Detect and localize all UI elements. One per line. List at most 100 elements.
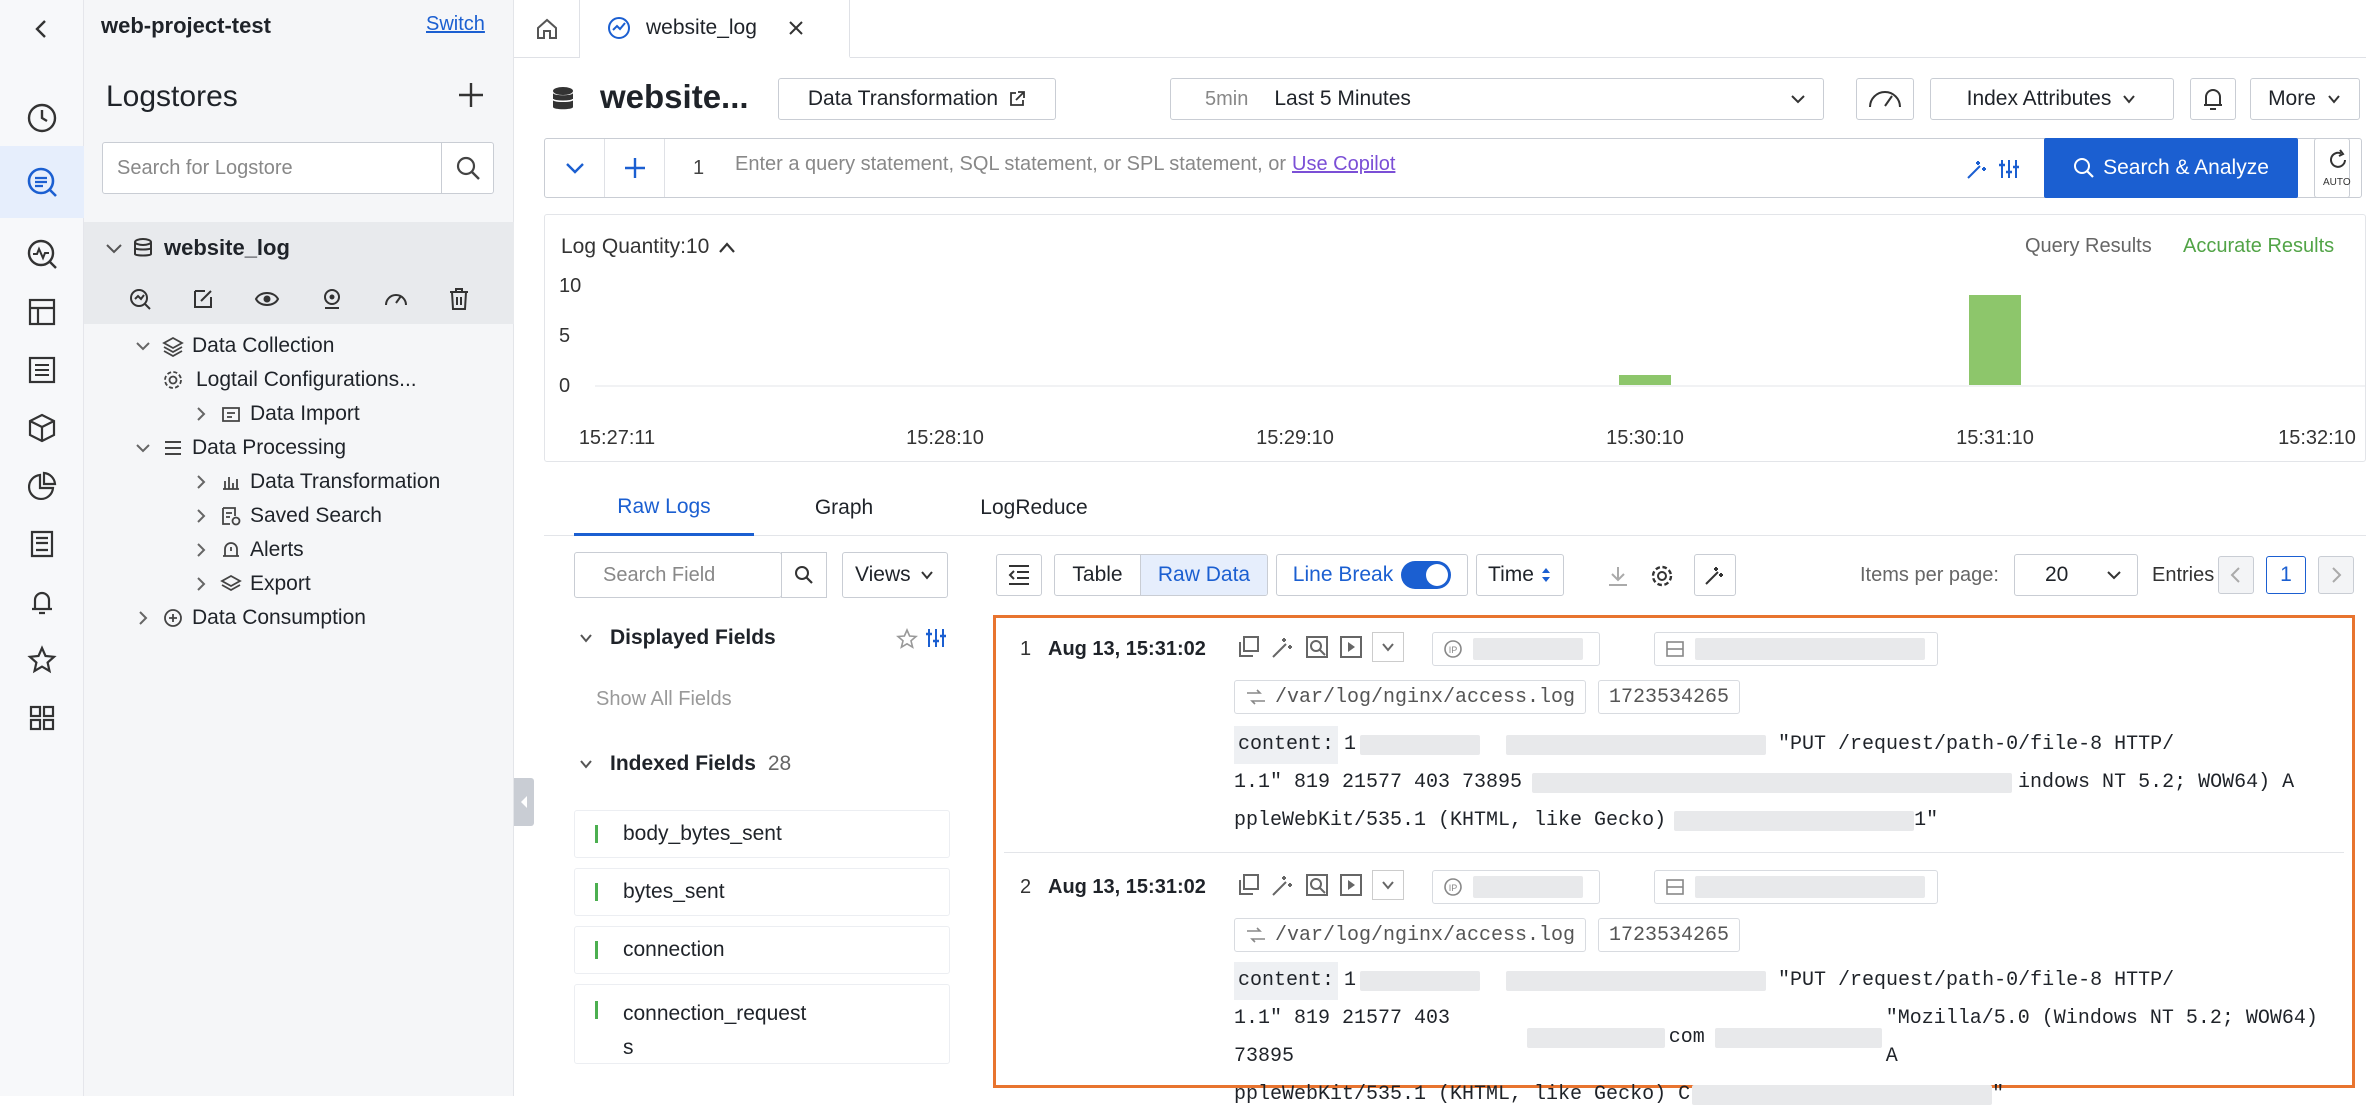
tab-logreduce[interactable]: LogReduce: [934, 480, 1134, 536]
search-button[interactable]: [441, 143, 493, 193]
page-number-button[interactable]: 1: [2266, 556, 2306, 594]
source-tag[interactable]: /var/log/nginx/access.log: [1234, 918, 1587, 952]
context-search-icon[interactable]: [1304, 872, 1330, 898]
hostname-tag[interactable]: [1654, 632, 1938, 666]
copy-icon[interactable]: [1236, 634, 1262, 660]
chevron-right-icon: [2332, 567, 2342, 583]
query-analyze-icon[interactable]: [128, 287, 152, 311]
line-break-toggle[interactable]: Line Break: [1276, 554, 1468, 596]
chevron-down-icon[interactable]: [104, 238, 124, 258]
timestamp-tag[interactable]: 1723534265: [1598, 918, 1741, 952]
histogram-chart[interactable]: 10 5 0: [545, 275, 2365, 405]
tree-item-data-collection[interactable]: Data Collection: [134, 330, 334, 362]
tab-website-log[interactable]: website_log: [580, 0, 850, 58]
histogram-bar[interactable]: [1619, 375, 1671, 385]
logstore-search-input[interactable]: Search for Logstore: [102, 142, 494, 194]
collapse-fields-button[interactable]: [996, 554, 1042, 596]
recent-icon[interactable]: [0, 82, 84, 154]
livetail-icon[interactable]: [1338, 634, 1364, 660]
field-item[interactable]: body_bytes_sent: [574, 810, 950, 858]
search-analyze-button[interactable]: Search & Analyze: [2044, 138, 2298, 198]
redacted-text: [1506, 971, 1767, 991]
magic-tools-button[interactable]: [1694, 554, 1736, 596]
time-sort-button[interactable]: Time: [1476, 554, 1564, 596]
query-collapse-button[interactable]: [545, 139, 605, 197]
query-settings-icon[interactable]: [1997, 157, 2021, 181]
items-per-page-select[interactable]: 20: [2014, 554, 2138, 596]
auto-refresh-button[interactable]: AUTO: [2314, 138, 2362, 198]
gear-icon[interactable]: [1650, 564, 1674, 588]
raw-data-view-button[interactable]: Raw Data: [1141, 555, 1267, 595]
histogram-bar[interactable]: [1969, 295, 2021, 385]
field-item[interactable]: connection: [574, 926, 950, 974]
indexed-fields-header[interactable]: Indexed Fields 28: [578, 752, 791, 776]
download-icon[interactable]: [1606, 564, 1630, 588]
copy-icon[interactable]: [1236, 872, 1262, 898]
tree-item-saved-search[interactable]: Saved Search: [192, 500, 382, 532]
apps-grid-icon[interactable]: [0, 682, 84, 754]
timestamp-tag[interactable]: 1723534265: [1598, 680, 1741, 714]
tree-item-data-processing[interactable]: Data Processing: [134, 432, 346, 464]
logstore-item-website-log[interactable]: website_log: [84, 222, 514, 274]
star-icon[interactable]: [896, 628, 918, 650]
hostname-tag[interactable]: [1654, 870, 1938, 904]
time-range-select[interactable]: 5min Last 5 Minutes: [1170, 78, 1824, 120]
items-per-page-label: Items per page:: [1860, 564, 1999, 586]
query-input[interactable]: Enter a query statement, SQL statement, …: [735, 153, 1395, 176]
field-search-input[interactable]: Search Field: [574, 552, 827, 598]
ip-tag[interactable]: IP: [1432, 870, 1600, 904]
index-attributes-button[interactable]: Index Attributes: [1930, 78, 2174, 120]
displayed-fields-header[interactable]: Displayed Fields: [578, 626, 776, 650]
more-button[interactable]: More: [2250, 78, 2360, 120]
ip-tag[interactable]: IP: [1432, 632, 1600, 666]
logstore-sidebar: Logstores Search for Logstore website_lo…: [84, 58, 514, 1096]
table-view-button[interactable]: Table: [1055, 555, 1141, 595]
more-actions-dropdown[interactable]: [1372, 632, 1404, 662]
tree-label: Export: [250, 572, 311, 595]
log-quantity-label: Log Quantity:10: [561, 235, 710, 258]
magic-wand-icon[interactable]: [1270, 872, 1296, 898]
tree-item-data-consumption[interactable]: Data Consumption: [134, 602, 366, 634]
add-logstore-icon[interactable]: [456, 80, 486, 110]
use-copilot-link[interactable]: Use Copilot: [1292, 153, 1395, 176]
magic-wand-icon[interactable]: [1965, 157, 1989, 181]
switch-project-link[interactable]: Switch: [426, 13, 485, 36]
field-item[interactable]: bytes_sent: [574, 868, 950, 916]
gauge-icon[interactable]: [383, 287, 409, 311]
delete-icon[interactable]: [448, 287, 470, 311]
tab-raw-logs[interactable]: Raw Logs: [574, 480, 754, 536]
livetail-icon[interactable]: [1338, 872, 1364, 898]
log-search-icon[interactable]: [0, 146, 84, 218]
dashboard-speed-button[interactable]: [1856, 78, 1914, 120]
eye-icon[interactable]: [254, 287, 280, 311]
views-select[interactable]: Views: [842, 552, 948, 598]
sidebar-collapse-handle[interactable]: [514, 778, 534, 826]
close-icon[interactable]: [787, 19, 805, 37]
field-search-button[interactable]: [781, 552, 827, 598]
more-actions-dropdown[interactable]: [1372, 870, 1404, 900]
x-tick-label: 15:29:10: [1256, 427, 1334, 449]
source-tag[interactable]: /var/log/nginx/access.log: [1234, 680, 1587, 714]
context-search-icon[interactable]: [1304, 634, 1330, 660]
field-settings-icon[interactable]: [924, 626, 948, 650]
home-tab[interactable]: [514, 0, 580, 58]
button-label: Table: [1072, 563, 1123, 586]
back-button[interactable]: [0, 0, 84, 58]
tree-item-alerts[interactable]: Alerts: [192, 534, 304, 566]
show-all-fields-link[interactable]: Show All Fields: [596, 688, 732, 711]
next-page-button[interactable]: [2318, 556, 2354, 594]
data-transformation-button[interactable]: Data Transformation: [778, 78, 1056, 120]
log-quantity-toggle[interactable]: Log Quantity:10: [561, 235, 737, 259]
tree-item-data-transformation[interactable]: Data Transformation: [192, 466, 440, 498]
magic-wand-icon[interactable]: [1270, 634, 1296, 660]
tree-item-export[interactable]: Export: [192, 568, 311, 600]
tab-graph[interactable]: Graph: [754, 480, 934, 536]
tree-item-data-import[interactable]: Data Import: [192, 398, 360, 430]
prev-page-button[interactable]: [2218, 556, 2254, 594]
edit-icon[interactable]: [191, 287, 215, 311]
add-query-button[interactable]: [605, 139, 665, 197]
monitor-icon[interactable]: [320, 287, 344, 311]
tree-item-logtail-configurations[interactable]: Logtail Configurations...: [162, 364, 417, 396]
alert-button[interactable]: [2190, 78, 2236, 120]
field-item[interactable]: connection_request s: [574, 984, 950, 1064]
